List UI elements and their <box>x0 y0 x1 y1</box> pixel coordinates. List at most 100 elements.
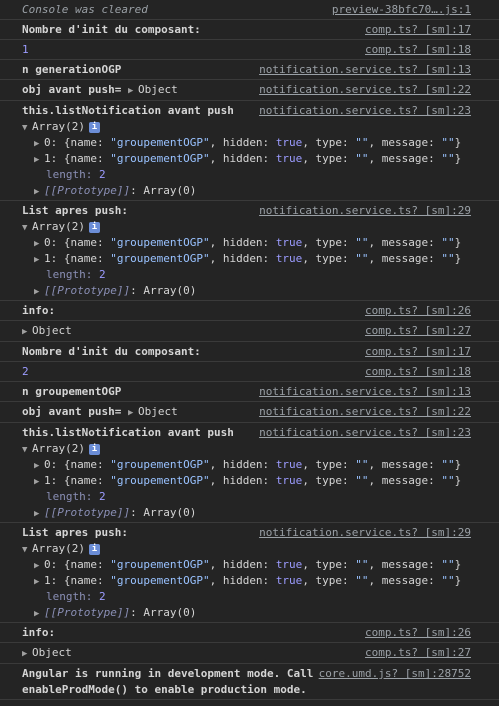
source-link[interactable]: comp.ts? [sm]:17 <box>361 22 471 38</box>
source-link[interactable]: comp.ts? [sm]:27 <box>361 645 471 661</box>
object-expander[interactable]: ▶ Object <box>128 83 178 96</box>
expand-triangle-icon: ▶ <box>34 461 40 471</box>
array-toggle[interactable]: ▼ Array(2) i <box>22 219 471 235</box>
expand-triangle-icon: ▶ <box>34 287 40 297</box>
array-item[interactable]: ▶ 0: {name: "groupementOGP", hidden: true… <box>22 457 471 473</box>
source-link[interactable]: notification.service.ts? [sm]:29 <box>255 203 471 219</box>
array-prototype[interactable]: ▶ [[Prototype]]: Array(0) <box>22 605 471 621</box>
log-text: this.listNotification avant push <box>22 104 234 117</box>
array-item[interactable]: ▶ 0: {name: "groupementOGP", hidden: true… <box>22 235 471 251</box>
array-toggle[interactable]: ▼ Array(2) i <box>22 541 471 557</box>
collapse-triangle-icon: ▼ <box>22 545 28 555</box>
expand-triangle-icon: ▶ <box>22 649 28 659</box>
array-toggle[interactable]: ▼ Array(2) i <box>22 119 471 135</box>
array-item[interactable]: ▶ 1: {name: "groupementOGP", hidden: true… <box>22 151 471 167</box>
info-icon[interactable]: i <box>88 543 100 555</box>
info-icon[interactable]: i <box>88 121 100 133</box>
log-text: n generationOGP <box>22 63 122 76</box>
array-item[interactable]: ▶ 0: {name: "groupementOGP", hidden: true… <box>22 135 471 151</box>
console-row: info: comp.ts? [sm]:26 <box>0 623 499 643</box>
array-length: length: 2 <box>46 168 106 181</box>
console-row-array: List apres push: notification.service.ts?… <box>0 201 499 301</box>
log-text: List apres push: <box>22 526 128 539</box>
console-row-array: this.listNotification avant push notifica… <box>0 101 499 201</box>
log-text: obj avant push= <box>22 405 122 418</box>
console-row-angular: Angular is running in development mode. … <box>0 664 499 700</box>
expand-triangle-icon: ▶ <box>34 477 40 487</box>
source-link[interactable]: core.umd.js? [sm]:28752 <box>314 666 471 682</box>
console-row: Nombre d'init du composant: comp.ts? [sm… <box>0 20 499 40</box>
object-expander[interactable]: ▶ Object <box>22 646 72 659</box>
source-link[interactable]: preview-38bfc70….js:1 <box>327 2 471 18</box>
console-row: obj avant push= ▶ Object notification.ser… <box>0 80 499 101</box>
log-number: 2 <box>22 365 29 378</box>
console-row: n generationOGP notification.service.ts?… <box>0 60 499 80</box>
expand-triangle-icon: ▶ <box>34 139 40 149</box>
log-text: enableProdMode() to enable production mo… <box>22 683 307 696</box>
console-panel: Console was cleared preview-38bfc70….js:… <box>0 0 499 700</box>
expand-triangle-icon: ▶ <box>34 577 40 587</box>
array-prototype[interactable]: ▶ [[Prototype]]: Array(0) <box>22 283 471 299</box>
expand-triangle-icon: ▶ <box>22 327 28 337</box>
console-row: ▶ Object comp.ts? [sm]:27 <box>0 321 499 342</box>
source-link[interactable]: notification.service.ts? [sm]:22 <box>255 82 471 98</box>
source-link[interactable]: comp.ts? [sm]:27 <box>361 323 471 339</box>
expand-triangle-icon: ▶ <box>127 408 134 418</box>
info-icon[interactable]: i <box>88 221 100 233</box>
array-item[interactable]: ▶ 1: {name: "groupementOGP", hidden: true… <box>22 473 471 489</box>
log-text: Nombre d'init du composant: <box>22 345 201 358</box>
array-prototype[interactable]: ▶ [[Prototype]]: Array(0) <box>22 183 471 199</box>
log-text: n groupementOGP <box>22 385 122 398</box>
expand-triangle-icon: ▶ <box>127 86 134 96</box>
console-row-cleared: Console was cleared preview-38bfc70….js:… <box>0 0 499 20</box>
expand-triangle-icon: ▶ <box>34 609 40 619</box>
collapse-triangle-icon: ▼ <box>22 445 28 455</box>
array-length: length: 2 <box>46 490 106 503</box>
console-row: info: comp.ts? [sm]:26 <box>0 301 499 321</box>
collapse-triangle-icon: ▼ <box>22 223 28 233</box>
log-text: List apres push: <box>22 204 128 217</box>
log-text: obj avant push= <box>22 83 122 96</box>
source-link[interactable]: comp.ts? [sm]:18 <box>361 364 471 380</box>
source-link[interactable]: notification.service.ts? [sm]:23 <box>255 425 471 441</box>
object-expander[interactable]: ▶ Object <box>128 405 178 418</box>
console-row: 2 comp.ts? [sm]:18 <box>0 362 499 382</box>
expand-triangle-icon: ▶ <box>34 187 40 197</box>
log-text: info: <box>22 626 56 639</box>
log-number: 1 <box>22 43 29 56</box>
array-length: length: 2 <box>46 268 106 281</box>
source-link[interactable]: notification.service.ts? [sm]:29 <box>255 525 471 541</box>
source-link[interactable]: comp.ts? [sm]:18 <box>361 42 471 58</box>
expand-triangle-icon: ▶ <box>34 239 40 249</box>
log-text: info: <box>22 304 56 317</box>
object-expander[interactable]: ▶ Object <box>22 324 72 337</box>
console-row: n groupementOGP notification.service.ts?… <box>0 382 499 402</box>
console-row: ▶ Object comp.ts? [sm]:27 <box>0 643 499 664</box>
console-row: Nombre d'init du composant: comp.ts? [sm… <box>0 342 499 362</box>
source-link[interactable]: comp.ts? [sm]:26 <box>361 625 471 641</box>
collapse-triangle-icon: ▼ <box>22 123 28 133</box>
cleared-message: Console was cleared <box>22 3 148 16</box>
console-row-array: List apres push: notification.service.ts?… <box>0 523 499 623</box>
source-link[interactable]: comp.ts? [sm]:26 <box>361 303 471 319</box>
log-text: this.listNotification avant push <box>22 426 234 439</box>
array-item[interactable]: ▶ 1: {name: "groupementOGP", hidden: true… <box>22 251 471 267</box>
source-link[interactable]: notification.service.ts? [sm]:22 <box>255 404 471 420</box>
info-icon[interactable]: i <box>88 443 100 455</box>
array-length: length: 2 <box>46 590 106 603</box>
console-row-array: this.listNotification avant push notifica… <box>0 423 499 523</box>
array-prototype[interactable]: ▶ [[Prototype]]: Array(0) <box>22 505 471 521</box>
console-row: 1 comp.ts? [sm]:18 <box>0 40 499 60</box>
source-link[interactable]: notification.service.ts? [sm]:13 <box>255 62 471 78</box>
array-item[interactable]: ▶ 0: {name: "groupementOGP", hidden: true… <box>22 557 471 573</box>
log-text: Angular is running in development mode. … <box>22 667 314 680</box>
log-text: Nombre d'init du composant: <box>22 23 201 36</box>
expand-triangle-icon: ▶ <box>34 155 40 165</box>
array-item[interactable]: ▶ 1: {name: "groupementOGP", hidden: true… <box>22 573 471 589</box>
array-toggle[interactable]: ▼ Array(2) i <box>22 441 471 457</box>
source-link[interactable]: notification.service.ts? [sm]:13 <box>255 384 471 400</box>
source-link[interactable]: notification.service.ts? [sm]:23 <box>255 103 471 119</box>
console-row: obj avant push= ▶ Object notification.ser… <box>0 402 499 423</box>
source-link[interactable]: comp.ts? [sm]:17 <box>361 344 471 360</box>
expand-triangle-icon: ▶ <box>34 561 40 571</box>
